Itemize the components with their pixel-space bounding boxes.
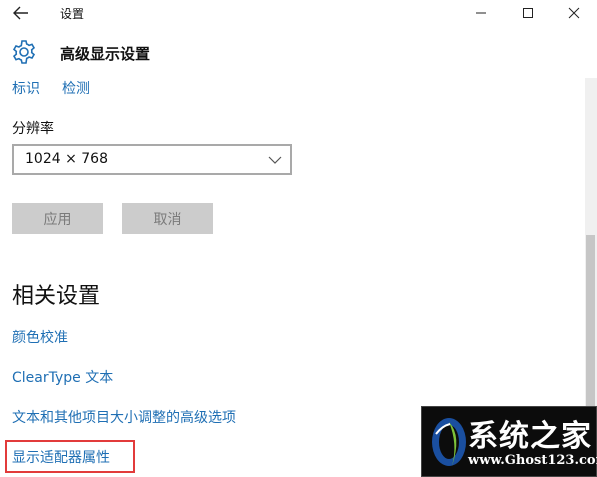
resolution-label: 分辨率: [12, 121, 54, 137]
maximize-button[interactable]: [505, 0, 551, 26]
page-title: 高级显示设置: [60, 45, 151, 63]
apply-button[interactable]: 应用: [12, 203, 103, 234]
highlight-box: [5, 440, 135, 473]
watermark-title: 系统之家: [468, 419, 592, 454]
resolution-value: 1024 × 768: [25, 151, 108, 167]
window-title: 设置: [60, 7, 85, 21]
minimize-button[interactable]: [458, 0, 504, 26]
arrow-left-icon: [13, 6, 28, 20]
cancel-button[interactable]: 取消: [122, 203, 213, 234]
advanced-sizing-link[interactable]: 文本和其他项目大小调整的高级选项: [12, 407, 236, 427]
maximize-icon: [523, 8, 533, 18]
minimize-icon: [476, 12, 486, 14]
watermark-logo-icon: [432, 418, 466, 466]
back-button[interactable]: [10, 2, 32, 24]
title-bar: 设置: [0, 0, 597, 26]
chevron-down-icon: [268, 156, 282, 164]
gear-icon: [12, 40, 36, 64]
cleartype-text-link[interactable]: ClearType 文本: [12, 367, 113, 387]
resolution-select[interactable]: 1024 × 768: [12, 144, 292, 175]
watermark-url: www.Ghost123.com: [468, 453, 597, 468]
watermark: 系统之家 www.Ghost123.com: [421, 406, 597, 477]
related-settings-title: 相关设置: [12, 284, 101, 309]
close-button[interactable]: [551, 0, 597, 26]
color-calibration-link[interactable]: 颜色校准: [12, 327, 68, 347]
identify-link[interactable]: 标识: [12, 78, 40, 98]
close-icon: [568, 7, 580, 19]
detect-link[interactable]: 检测: [62, 78, 90, 98]
page-header: 高级显示设置: [0, 26, 597, 78]
